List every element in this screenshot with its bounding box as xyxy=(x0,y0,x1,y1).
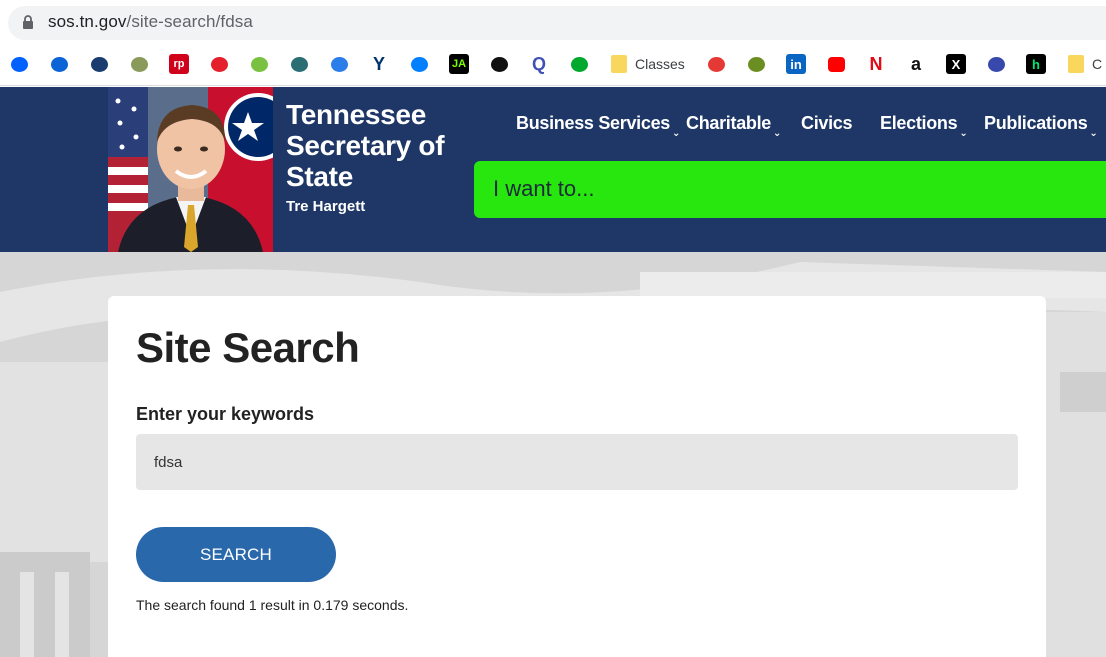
acorn-icon[interactable] xyxy=(249,54,269,74)
chevron-down-icon: ⌄ xyxy=(672,128,681,139)
nav-charitable[interactable]: Charitable⌄ xyxy=(686,113,781,139)
page-title: Site Search xyxy=(136,324,360,371)
lock-icon xyxy=(23,15,33,29)
url-field[interactable]: sos.tn.gov/site-search/fdsa xyxy=(8,6,1106,40)
browser-address-bar: sos.tn.gov/site-search/fdsa xyxy=(0,0,1106,44)
bookmark-glyph xyxy=(410,56,428,72)
search-button[interactable]: SEARCH xyxy=(136,527,336,582)
netflix-icon[interactable]: N xyxy=(866,54,886,74)
site-header: Tennessee Secretary of State Tre Hargett… xyxy=(0,87,1106,252)
bookmark-glyph xyxy=(827,56,845,72)
chevron-down-icon: ⌄ xyxy=(1089,128,1098,139)
bookmark-glyph xyxy=(10,56,28,72)
bookmark-glyph xyxy=(747,56,765,72)
q-icon[interactable]: Q xyxy=(529,54,549,74)
bookmark-glyph xyxy=(570,56,588,72)
chat-icon[interactable] xyxy=(329,54,349,74)
nav-label: Publications xyxy=(984,113,1088,133)
keywords-label: Enter your keywords xyxy=(136,404,315,424)
window-icon[interactable] xyxy=(986,54,1006,74)
ja-icon[interactable]: JA xyxy=(449,54,469,74)
nav-label: Elections xyxy=(880,113,958,133)
portrait-image xyxy=(108,87,273,252)
i-want-to-label: I want to... xyxy=(493,176,595,201)
nav-label: Business Services xyxy=(516,113,670,133)
bookmark-glyph xyxy=(490,56,508,72)
chevron-down-icon: ⌄ xyxy=(773,128,782,139)
f-logo-icon[interactable] xyxy=(289,54,309,74)
search-result-summary: The search found 1 result in 0.179 secon… xyxy=(136,597,409,613)
url-domain: sos.tn.gov xyxy=(48,12,127,31)
dropbox-icon[interactable] xyxy=(9,54,29,74)
nav-label: Civics xyxy=(801,113,853,133)
bookmark-folder-classes[interactable]: Classes xyxy=(611,54,685,74)
bookmark-glyph xyxy=(707,56,725,72)
nav-business-services[interactable]: Business Services⌄ xyxy=(516,113,680,139)
yale-icon[interactable]: Y xyxy=(369,54,389,74)
bookmark-glyph xyxy=(987,56,1005,72)
secretary-portrait xyxy=(108,87,273,252)
youtube-icon[interactable] xyxy=(826,54,846,74)
bookmarks-bar: rp Y JA Q Classes in Na Xh C xyxy=(0,44,1106,86)
amazon-icon[interactable]: a xyxy=(906,54,926,74)
h-icon[interactable]: h xyxy=(1026,54,1046,74)
bookmark-glyph xyxy=(50,56,68,72)
folder-icon xyxy=(611,55,627,73)
nav-elections[interactable]: Elections⌄ xyxy=(880,113,968,139)
bookmark-glyph xyxy=(90,56,108,72)
chevron-down-icon: ⌄ xyxy=(959,128,968,139)
x-icon[interactable]: X xyxy=(946,54,966,74)
rp-icon[interactable]: rp xyxy=(169,54,189,74)
bookmark-glyph xyxy=(250,56,268,72)
bookmark-folder-label: C xyxy=(1092,56,1103,72)
bookmark-folder-label: Classes xyxy=(635,56,685,72)
search-input[interactable] xyxy=(136,434,1018,490)
site-subtitle: Tre Hargett xyxy=(286,198,366,215)
github-icon[interactable] xyxy=(489,54,509,74)
url-text: sos.tn.gov/site-search/fdsa xyxy=(48,12,253,32)
tree-icon[interactable] xyxy=(129,54,149,74)
nav-publications[interactable]: Publications⌄ xyxy=(984,113,1098,139)
onedrive-icon[interactable] xyxy=(49,54,69,74)
record-icon[interactable] xyxy=(706,54,726,74)
bookmark-glyph xyxy=(210,56,228,72)
bookmark-folder-c[interactable]: C xyxy=(1068,54,1102,74)
folder-icon xyxy=(1068,55,1084,73)
site-title[interactable]: Tennessee Secretary of State xyxy=(286,99,466,192)
bookmark-glyph xyxy=(290,56,308,72)
bookmark-glyph xyxy=(330,56,348,72)
arrow-up-icon[interactable] xyxy=(89,54,109,74)
url-path: /site-search/fdsa xyxy=(126,12,253,31)
evernote-icon[interactable] xyxy=(569,54,589,74)
swoosh-icon[interactable] xyxy=(209,54,229,74)
linkedin-icon[interactable]: in xyxy=(786,54,806,74)
bookmark-glyph xyxy=(130,56,148,72)
badge-icon[interactable] xyxy=(746,54,766,74)
nav-label: Charitable xyxy=(686,113,772,133)
search-card: Site Search Enter your keywords SEARCH T… xyxy=(108,296,1046,657)
digitalocean-icon[interactable] xyxy=(409,54,429,74)
i-want-to-dropdown[interactable]: I want to... xyxy=(474,161,1106,218)
nav-civics[interactable]: Civics xyxy=(801,113,853,134)
